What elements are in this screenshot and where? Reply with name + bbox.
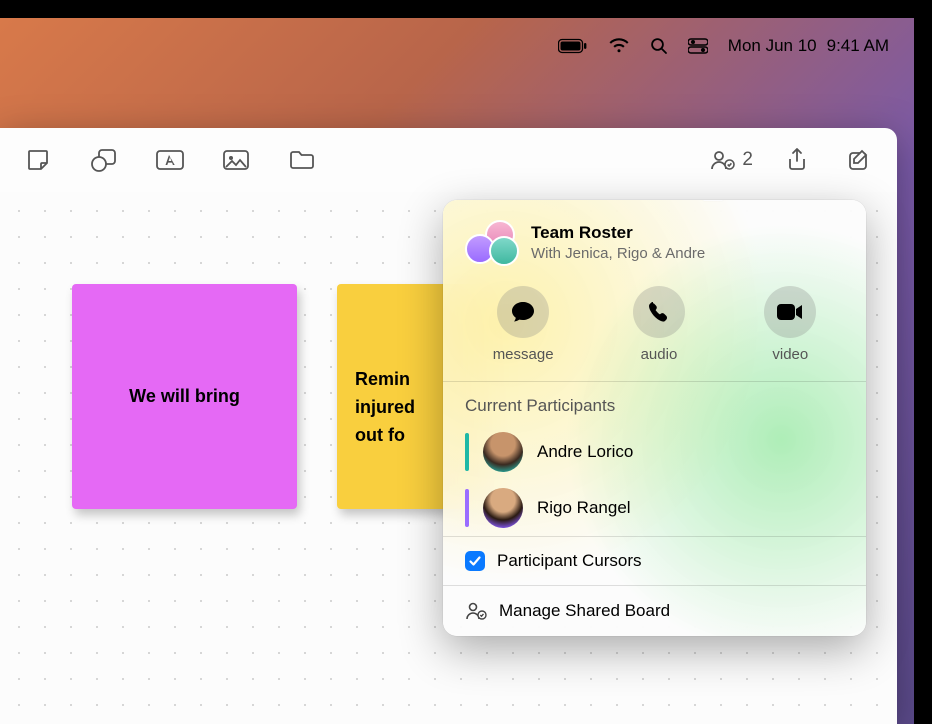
- popover-arrow: [703, 200, 723, 203]
- participant-row[interactable]: Rigo Rangel: [443, 480, 866, 536]
- action-label: audio: [641, 346, 678, 363]
- compose-icon[interactable]: [841, 142, 877, 178]
- control-center-icon[interactable]: [688, 38, 708, 54]
- menubar-date: Mon Jun 10: [728, 36, 817, 56]
- sticky-note-icon[interactable]: [20, 142, 56, 178]
- avatar-stack: [465, 220, 517, 264]
- row-label: Participant Cursors: [497, 551, 642, 571]
- participant-row[interactable]: Andre Lorico: [443, 424, 866, 480]
- action-label: video: [772, 346, 808, 363]
- collaboration-popover: Team Roster With Jenica, Rigo & Andre me…: [443, 200, 866, 636]
- popover-subtitle: With Jenica, Rigo & Andre: [531, 245, 705, 262]
- sticky-note-purple[interactable]: We will bring: [72, 284, 297, 509]
- video-button[interactable]: video: [764, 286, 816, 363]
- action-label: message: [493, 346, 554, 363]
- manage-shared-board-button[interactable]: Manage Shared Board: [443, 585, 866, 636]
- cursor-indicator: [465, 433, 469, 471]
- participant-name: Rigo Rangel: [537, 498, 631, 518]
- participant-cursors-toggle[interactable]: Participant Cursors: [443, 536, 866, 585]
- device-frame-top: [0, 0, 932, 18]
- sticky-text: We will bring: [129, 386, 240, 407]
- popover-actions: message audio video: [443, 280, 866, 382]
- menubar-datetime[interactable]: Mon Jun 10 9:41 AM: [728, 36, 889, 56]
- popover-title: Team Roster: [531, 223, 705, 243]
- message-icon: [497, 286, 549, 338]
- folder-icon[interactable]: [284, 142, 320, 178]
- row-label: Manage Shared Board: [499, 601, 670, 621]
- battery-icon[interactable]: [558, 38, 588, 54]
- device-frame-right: [914, 0, 932, 724]
- menubar: Mon Jun 10 9:41 AM: [0, 18, 917, 73]
- shapes-icon[interactable]: [86, 142, 122, 178]
- avatar: [483, 432, 523, 472]
- audio-button[interactable]: audio: [633, 286, 685, 363]
- phone-icon: [633, 286, 685, 338]
- wifi-icon[interactable]: [608, 38, 630, 54]
- spotlight-icon[interactable]: [650, 37, 668, 55]
- collab-count-value: 2: [742, 149, 753, 171]
- manage-collab-icon: [465, 600, 487, 622]
- message-button[interactable]: message: [493, 286, 554, 363]
- participant-name: Andre Lorico: [537, 442, 633, 462]
- popover-header: Team Roster With Jenica, Rigo & Andre: [443, 218, 866, 280]
- video-icon: [764, 286, 816, 338]
- menubar-time: 9:41 AM: [827, 36, 889, 56]
- checkbox-checked-icon: [465, 551, 485, 571]
- share-icon[interactable]: [779, 142, 815, 178]
- avatar: [483, 488, 523, 528]
- participants-section-label: Current Participants: [443, 382, 866, 424]
- text-box-icon[interactable]: [152, 142, 188, 178]
- toolbar: 2: [0, 128, 897, 192]
- collaborate-button[interactable]: 2: [710, 149, 753, 171]
- cursor-indicator: [465, 489, 469, 527]
- image-icon[interactable]: [218, 142, 254, 178]
- sticky-text: Remin​ injured out fo: [355, 366, 415, 450]
